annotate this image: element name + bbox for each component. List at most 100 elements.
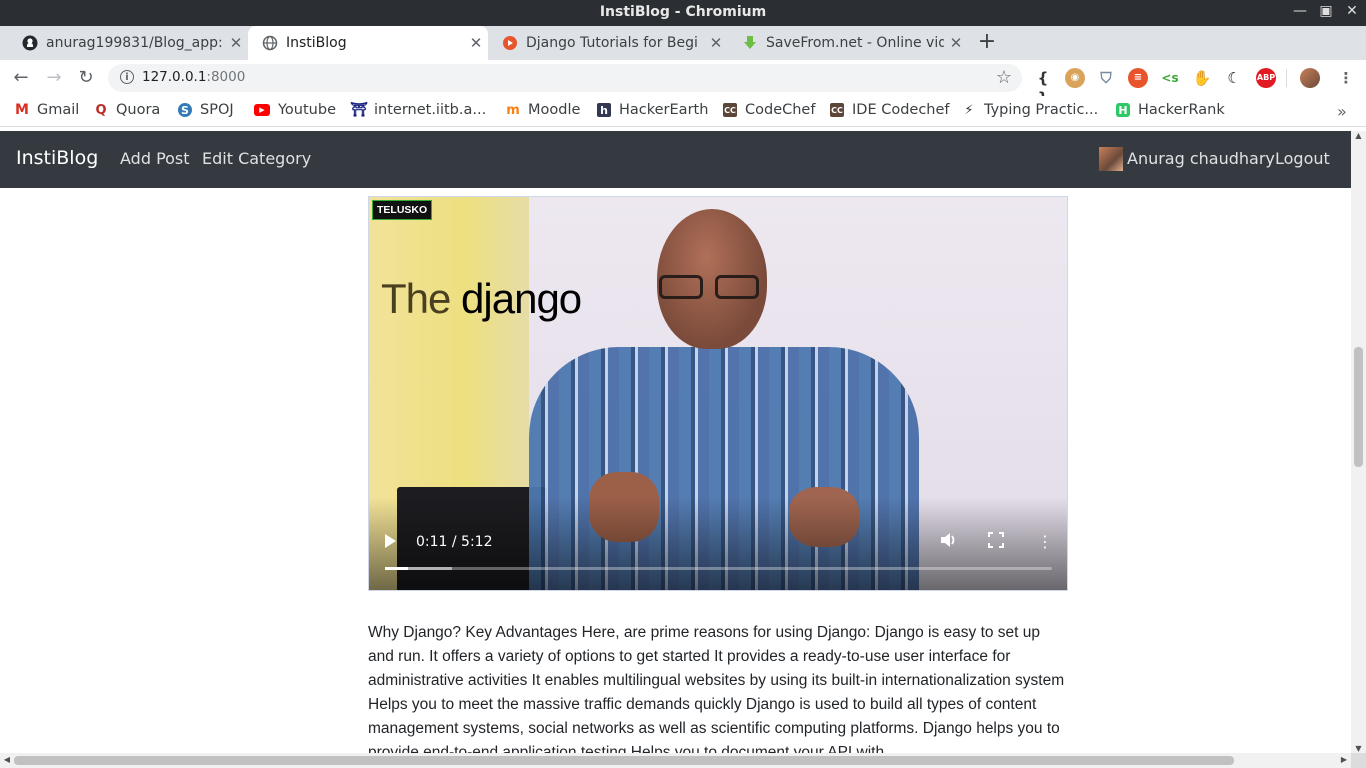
info-icon[interactable]: i [120,70,134,84]
gnome-extension-icon[interactable]: ✋ [1192,68,1212,88]
moon-extension-icon[interactable]: ☾ [1224,68,1244,88]
close-icon[interactable]: ✕ [224,34,248,52]
iitb-icon: ⛩ [350,102,368,118]
video-title-prefix: The [381,275,451,322]
url-text[interactable]: 127.0.0.1:8000 [142,69,245,85]
tab-django-tutorials[interactable]: Django Tutorials for Begi ✕ [488,26,728,60]
savefrom-icon [742,35,758,51]
scroll-down-icon[interactable]: ▼ [1351,744,1366,753]
vertical-scrollbar[interactable]: ▲ ▼ [1351,131,1366,753]
back-icon[interactable]: ← [10,67,32,89]
vertical-scroll-thumb[interactable] [1354,347,1363,467]
globe-icon [262,35,278,51]
more-options-icon[interactable]: ⋮ [1035,532,1055,551]
tab-label: InstiBlog [286,35,347,51]
menu-kebab-icon[interactable]: ⋮ [1336,68,1356,88]
json-viewer-extension-icon[interactable]: { } [1033,68,1053,107]
video-frame-glasses [659,275,763,301]
address-bar[interactable]: i 127.0.0.1:8000 ☆ [108,64,1022,92]
video-player[interactable]: TELUSKO The django 0:11 / 5:12 ⋮ [368,196,1068,591]
scrollbar-corner [1351,753,1366,768]
user-profile-link[interactable]: Anurag chaudhary [1127,149,1275,168]
horizontal-scroll-thumb[interactable] [14,756,1234,765]
code-extension-icon[interactable]: <s [1160,68,1180,88]
spoj-icon: S [178,103,192,117]
owl-extension-icon[interactable]: ◉ [1065,68,1085,88]
tab-label: anurag199831/Blog_app: [46,35,223,51]
add-post-link[interactable]: Add Post [120,149,190,168]
gmail-icon: M [15,102,29,118]
bookmark-star-icon[interactable]: ☆ [996,67,1012,88]
bookmark-youtube[interactable]: ▶ Youtube [254,102,336,118]
moodle-icon: m [506,102,520,118]
video-played-bar [385,567,409,570]
bookmark-gmail[interactable]: M Gmail [15,102,79,118]
edit-category-link[interactable]: Edit Category [202,149,311,168]
hackerrank-icon: H [1116,103,1130,117]
bookmark-moodle[interactable]: m Moodle [506,102,580,118]
bookmark-label: HackerEarth [619,102,709,118]
bookmark-codechef[interactable]: CC CodeChef [723,102,815,118]
bookmark-label: internet.iitb.a... [374,102,487,118]
tab-savefrom[interactable]: SaveFrom.net - Online vid ✕ [728,26,968,60]
bookmark-quora[interactable]: Q Quora [94,102,160,118]
bookmark-label: Gmail [37,102,80,118]
codeforces-extension-icon[interactable]: ≡ [1128,68,1148,88]
shield-extension-icon[interactable]: ⛉ [1096,68,1116,88]
bookmark-label: Moodle [528,102,581,118]
video-progress-bar[interactable] [385,567,1052,570]
minimize-icon[interactable]: — [1290,3,1310,19]
window-title: InstiBlog - Chromium [599,4,767,20]
video-overlay-title: The django [381,275,582,323]
tab-github[interactable]: anurag199831/Blog_app: ✕ [8,26,248,60]
bookmark-label: Youtube [278,102,336,118]
bookmark-typing-practice[interactable]: ⚡ Typing Practic... [962,102,1098,118]
scroll-up-icon[interactable]: ▲ [1351,131,1366,140]
play-icon[interactable] [385,534,396,548]
quora-icon: Q [95,102,107,118]
window-titlebar: InstiBlog - Chromium — ▣ ✕ [0,0,1366,26]
toolbar-divider [1286,69,1287,87]
forward-icon[interactable]: → [43,67,65,89]
scroll-left-icon[interactable]: ◀ [0,755,14,764]
new-tab-button[interactable]: + [975,29,999,55]
close-icon[interactable]: ✕ [464,34,488,52]
url-port: :8000 [206,69,246,85]
site-brand[interactable]: InstiBlog [16,147,98,169]
hackerearth-icon: h [597,103,611,117]
bookmark-spoj[interactable]: S SPOJ [178,102,234,118]
bookmark-label: SPOJ [200,102,234,118]
bookmark-hackerearth[interactable]: h HackerEarth [597,102,708,118]
user-avatar[interactable] [1099,147,1123,171]
close-icon[interactable]: ✕ [944,34,968,52]
video-title-main: django [461,275,582,322]
profile-avatar-icon[interactable] [1300,68,1320,88]
bookmark-hackerrank[interactable]: H HackerRank [1116,102,1225,118]
post-body: Why Django? Key Advantages Here, are pri… [368,624,1065,753]
youtube-icon: ▶ [254,104,270,116]
tab-label: Django Tutorials for Begi [526,35,698,51]
close-icon[interactable]: ✕ [704,34,728,52]
logout-link[interactable]: Logout [1275,149,1330,168]
tab-instiblog[interactable]: InstiBlog ✕ [248,26,488,60]
volume-icon[interactable] [939,532,959,552]
maximize-icon[interactable]: ▣ [1316,3,1336,19]
close-window-icon[interactable]: ✕ [1342,3,1362,19]
video-time-display: 0:11 / 5:12 [416,534,493,550]
page-viewport: InstiBlog Add Post Edit Category Anurag … [0,131,1351,753]
scroll-right-icon[interactable]: ▶ [1337,755,1351,764]
tab-strip: anurag199831/Blog_app: ✕ InstiBlog ✕ Dja… [0,26,1366,77]
bookmark-label: Quora [116,102,161,118]
bookmark-iitb[interactable]: ⛩ internet.iitb.a... [350,102,487,118]
fullscreen-icon[interactable] [986,532,1006,552]
bookmark-label: HackerRank [1138,102,1225,118]
lightning-icon: ⚡ [964,102,974,118]
reload-icon[interactable]: ↻ [75,67,97,89]
bookmarks-bar: M Gmail Q Quora S SPOJ ▶ Youtube ⛩ inter… [0,96,1366,127]
horizontal-scrollbar[interactable]: ◀ ▶ [0,753,1351,768]
bookmark-ide-codechef[interactable]: CC IDE Codechef [830,102,950,118]
more-bookmarks-icon[interactable]: » [1337,102,1347,121]
tab-label: SaveFrom.net - Online vid [766,35,944,51]
codechef-icon: CC [723,103,737,117]
adblock-extension-icon[interactable]: ABP [1256,68,1276,88]
